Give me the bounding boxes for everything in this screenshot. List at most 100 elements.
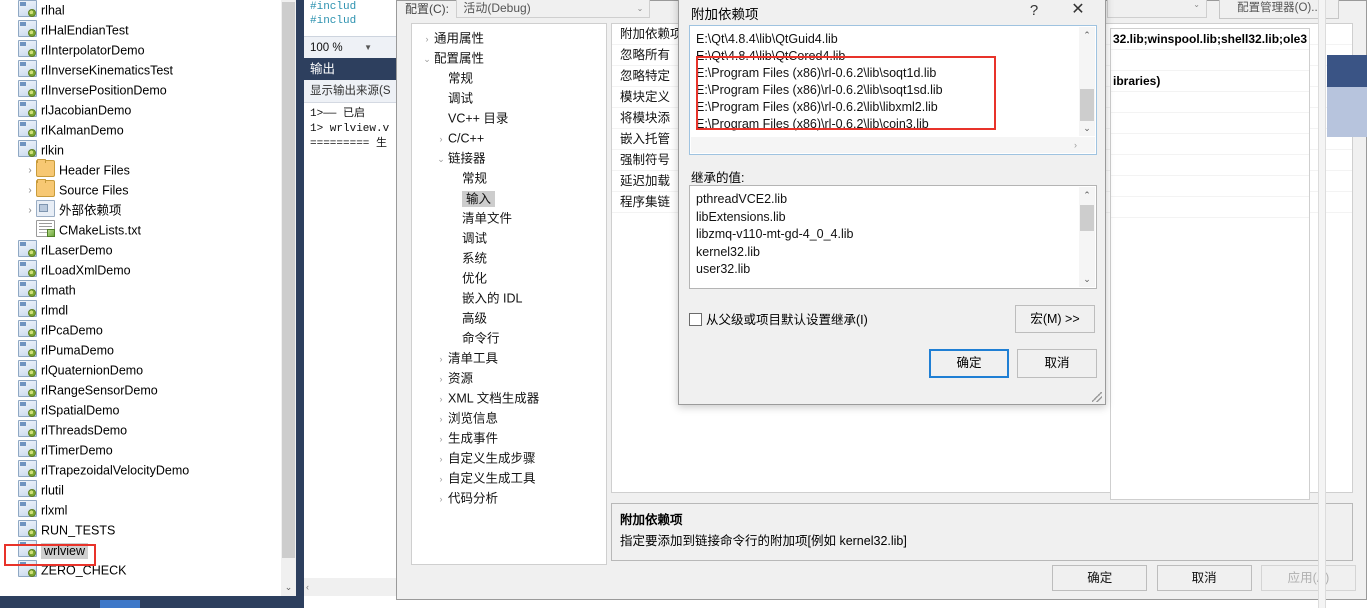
editor-zoom-combo[interactable]: 100 % ▼ bbox=[304, 36, 396, 58]
chevron-down-icon[interactable]: ▼ bbox=[364, 37, 372, 59]
solution-tree-item[interactable]: rlJacobianDemo bbox=[0, 100, 296, 120]
chevron-right-icon[interactable]: › bbox=[420, 29, 434, 49]
output-window[interactable]: 输出 显示输出来源(S 1>—— 已启 1> wrlview.v ========… bbox=[304, 58, 396, 596]
property-category-item[interactable]: › 浏览信息 bbox=[412, 408, 606, 428]
property-category-item[interactable]: › 自定义生成工具 bbox=[412, 468, 606, 488]
chevron-right-icon[interactable]: › bbox=[434, 409, 448, 429]
property-value-empty[interactable] bbox=[1111, 176, 1309, 197]
solution-tree-item[interactable]: › 外部依赖项 bbox=[0, 200, 296, 220]
docked-tool-window[interactable] bbox=[1327, 55, 1367, 160]
scroll-down-arrow-icon[interactable]: ⌄ bbox=[281, 579, 296, 596]
property-category-item[interactable]: 调试 bbox=[412, 88, 606, 108]
property-category-item[interactable]: ⌄ 配置属性 bbox=[412, 48, 606, 68]
chevron-right-icon[interactable]: › bbox=[434, 129, 448, 149]
property-category-item[interactable]: 嵌入的 IDL bbox=[412, 288, 606, 308]
solution-tree-item[interactable]: rlLaserDemo bbox=[0, 240, 296, 260]
chevron-right-icon[interactable]: › bbox=[434, 429, 448, 449]
property-category-item[interactable]: 调试 bbox=[412, 228, 606, 248]
chevron-right-icon[interactable]: › bbox=[24, 201, 36, 221]
property-category-item[interactable]: 高级 bbox=[412, 308, 606, 328]
property-category-item[interactable]: ⌄ 链接器 bbox=[412, 148, 606, 168]
property-category-item[interactable]: › 清单工具 bbox=[412, 348, 606, 368]
solution-tree-item[interactable]: rlxml bbox=[0, 500, 296, 520]
output-source-combo[interactable]: 显示输出来源(S bbox=[304, 80, 396, 103]
solution-tree-item[interactable]: rlmath bbox=[0, 280, 296, 300]
property-value-empty[interactable] bbox=[1111, 113, 1309, 134]
solution-tree-item[interactable]: rlkin bbox=[0, 140, 296, 160]
chevron-down-icon[interactable]: ⌄ bbox=[1193, 0, 1200, 9]
chevron-right-icon[interactable]: › bbox=[24, 161, 36, 181]
property-category-item[interactable]: › 代码分析 bbox=[412, 488, 606, 508]
output-horizontal-scrollbar[interactable]: ‹ bbox=[304, 578, 396, 596]
chevron-right-icon[interactable]: › bbox=[434, 449, 448, 469]
chevron-right-icon[interactable]: › bbox=[434, 469, 448, 489]
property-category-item[interactable]: 系统 bbox=[412, 248, 606, 268]
solution-tree-item[interactable]: › Source Files bbox=[0, 179, 296, 201]
property-category-tree[interactable]: › 通用属性 ⌄ 配置属性 常规 调试 VC++ 目录 › C/C++ ⌄ 链接器 常规 输入 清单文件调… bbox=[411, 23, 607, 565]
dependencies-edit-box[interactable]: E:\Qt\4.8.4\lib\QtGuid4.lib E:\Qt\4.8.4\l… bbox=[689, 25, 1097, 155]
chevron-right-icon[interactable]: › bbox=[434, 489, 448, 509]
platform-combo[interactable]: ⌄ bbox=[1107, 0, 1207, 18]
solution-tree-item[interactable]: rlTimerDemo bbox=[0, 440, 296, 460]
macros-button[interactable]: 宏(M) >> bbox=[1015, 305, 1095, 333]
solution-tree-item[interactable]: rlhal bbox=[0, 0, 296, 20]
scroll-up-arrow-icon[interactable]: ⌃ bbox=[1079, 187, 1095, 203]
scrollbar-thumb[interactable] bbox=[1080, 89, 1094, 121]
property-value-empty[interactable] bbox=[1111, 134, 1309, 155]
scrollbar-thumb[interactable] bbox=[282, 2, 295, 558]
solution-tree-item[interactable]: › Header Files bbox=[0, 159, 296, 181]
ok-button[interactable]: 确定 bbox=[1052, 565, 1148, 591]
solution-tree-item[interactable]: rlLoadXmlDemo bbox=[0, 260, 296, 280]
dependencies-horizontal-scrollbar[interactable]: › bbox=[691, 137, 1095, 153]
property-value[interactable]: ibraries) bbox=[1111, 71, 1309, 92]
solution-tree-item[interactable]: rlHalEndianTest bbox=[0, 20, 296, 40]
solution-tree-item[interactable]: ZERO_CHECK bbox=[0, 560, 296, 580]
solution-tree-item[interactable]: rlPumaDemo bbox=[0, 340, 296, 360]
resize-grip-icon[interactable] bbox=[1092, 392, 1102, 402]
scroll-up-arrow-icon[interactable]: ⌃ bbox=[1079, 27, 1095, 43]
checkbox-box-icon[interactable] bbox=[689, 313, 702, 326]
property-category-item[interactable]: › 生成事件 bbox=[412, 428, 606, 448]
dialog-cancel-button[interactable]: 取消 bbox=[1017, 349, 1097, 378]
property-value[interactable]: 32.lib;winspool.lib;shell32.lib;ole3 bbox=[1111, 29, 1309, 50]
property-category-item[interactable]: › 资源 bbox=[412, 368, 606, 388]
property-value-empty[interactable] bbox=[1111, 50, 1309, 71]
dependencies-text[interactable]: E:\Qt\4.8.4\lib\QtGuid4.lib E:\Qt\4.8.4\l… bbox=[696, 31, 1074, 136]
solution-tree-item[interactable]: rlInverseKinematicsTest bbox=[0, 60, 296, 80]
solution-tree-item[interactable]: rlSpatialDemo bbox=[0, 400, 296, 420]
solution-tree-item[interactable]: rlmdl bbox=[0, 300, 296, 320]
configuration-combo[interactable]: 活动(Debug) ⌄ bbox=[456, 0, 651, 18]
solution-tree-item[interactable]: rlInversePositionDemo bbox=[0, 80, 296, 100]
solution-tree-item[interactable]: rlKalmanDemo bbox=[0, 120, 296, 140]
solution-explorer-scrollbar[interactable]: ⌄ bbox=[281, 0, 296, 596]
solution-tree-item[interactable]: RUN_TESTS bbox=[0, 520, 296, 540]
apply-button[interactable]: 应用(A) bbox=[1261, 565, 1356, 591]
property-value-empty[interactable] bbox=[1111, 92, 1309, 113]
solution-tree-item[interactable]: rlTrapezoidalVelocityDemo bbox=[0, 460, 296, 480]
property-category-item[interactable]: 清单文件 bbox=[412, 208, 606, 228]
solution-tree-item[interactable]: wrlview bbox=[0, 540, 296, 560]
dependencies-vertical-scrollbar[interactable]: ⌃ ⌄ bbox=[1079, 27, 1095, 136]
solution-tree-item[interactable]: CMakeLists.txt bbox=[0, 220, 296, 240]
property-category-item[interactable]: 优化 bbox=[412, 268, 606, 288]
cancel-button[interactable]: 取消 bbox=[1156, 565, 1252, 591]
property-value-empty[interactable] bbox=[1111, 197, 1309, 218]
property-value-empty[interactable] bbox=[1111, 155, 1309, 176]
property-category-item[interactable]: VC++ 目录 bbox=[412, 108, 606, 128]
solution-tree[interactable]: rlhal rlHalEndianTest rlInterpolatorDemo rl… bbox=[0, 0, 296, 580]
solution-tree-item[interactable]: rlutil bbox=[0, 480, 296, 500]
chevron-right-icon[interactable]: › bbox=[24, 181, 36, 201]
property-category-item[interactable]: 输入 bbox=[412, 188, 606, 208]
solution-tree-item[interactable]: rlQuaternionDemo bbox=[0, 360, 296, 380]
chevron-down-icon[interactable]: ⌄ bbox=[434, 149, 448, 169]
property-category-item[interactable]: 常规 bbox=[412, 68, 606, 88]
scroll-right-arrow-icon[interactable]: › bbox=[1074, 137, 1077, 153]
chevron-right-icon[interactable]: › bbox=[434, 349, 448, 369]
property-category-item[interactable]: › XML 文档生成器 bbox=[412, 388, 606, 408]
close-icon[interactable]: ✕ bbox=[1061, 0, 1095, 25]
scrollbar-thumb[interactable] bbox=[1080, 205, 1094, 231]
help-icon[interactable]: ? bbox=[1019, 0, 1049, 25]
solution-tree-item[interactable]: rlInterpolatorDemo bbox=[0, 40, 296, 60]
scroll-down-arrow-icon[interactable]: ⌄ bbox=[1079, 271, 1095, 287]
inherited-vertical-scrollbar[interactable]: ⌃ ⌄ bbox=[1079, 187, 1095, 287]
